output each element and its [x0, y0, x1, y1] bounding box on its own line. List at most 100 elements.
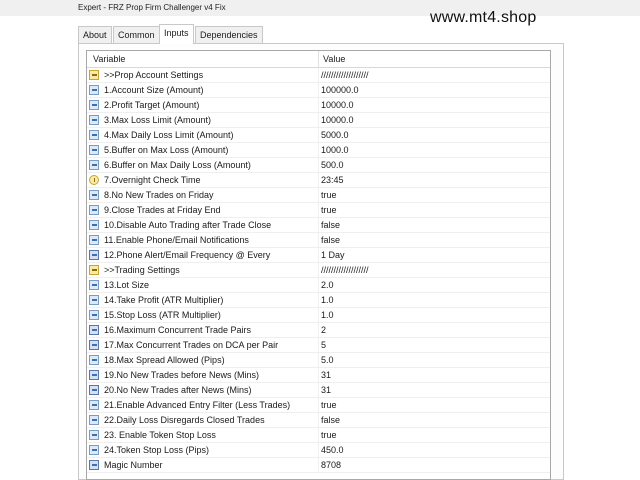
table-row[interactable]: 19.No New Trades before News (Mins) 31 — [87, 368, 550, 383]
variable-name: 2.Profit Target (Amount) — [104, 100, 200, 110]
number-icon — [89, 355, 99, 365]
table-row[interactable]: 21.Enable Advanced Entry Filter (Less Tr… — [87, 398, 550, 413]
table-row[interactable]: 24.Token Stop Loss (Pips) 450.0 — [87, 443, 550, 458]
variable-value[interactable]: false — [321, 235, 340, 245]
tab-about[interactable]: About — [78, 26, 112, 43]
table-row[interactable]: >>Trading Settings /////////////////// — [87, 263, 550, 278]
variable-value[interactable]: true — [321, 190, 337, 200]
variable-name: 9.Close Trades at Friday End — [104, 205, 221, 215]
table-row[interactable]: 13.Lot Size 2.0 — [87, 278, 550, 293]
variable-name: 14.Take Profit (ATR Multiplier) — [104, 295, 224, 305]
variable-value[interactable]: 1000.0 — [321, 145, 349, 155]
number-icon — [89, 145, 99, 155]
variable-name: 18.Max Spread Allowed (Pips) — [104, 355, 225, 365]
table-row[interactable]: 3.Max Loss Limit (Amount) 10000.0 — [87, 113, 550, 128]
variable-value[interactable]: 5 — [321, 340, 326, 350]
table-row[interactable]: 2.Profit Target (Amount) 10000.0 — [87, 98, 550, 113]
bool-icon — [89, 220, 99, 230]
variable-value[interactable]: false — [321, 415, 340, 425]
table-row[interactable]: 8.No New Trades on Friday true — [87, 188, 550, 203]
cell-divider — [318, 128, 319, 143]
table-row[interactable]: 23. Enable Token Stop Loss true — [87, 428, 550, 443]
variable-value[interactable]: 5.0 — [321, 355, 334, 365]
bool-icon — [89, 190, 99, 200]
table-row[interactable]: 17.Max Concurrent Trades on DCA per Pair… — [87, 338, 550, 353]
ab-icon — [89, 265, 99, 275]
cell-divider — [318, 158, 319, 173]
tab-inputs[interactable]: Inputs — [159, 24, 194, 44]
inputs-table: Variable Value >>Prop Account Settings //… — [86, 50, 551, 480]
variable-value[interactable]: 10000.0 — [321, 100, 354, 110]
table-row[interactable]: >>Prop Account Settings /////////////////… — [87, 68, 550, 83]
table-row[interactable]: 5.Buffer on Max Loss (Amount) 1000.0 — [87, 143, 550, 158]
variable-value[interactable]: 1.0 — [321, 310, 334, 320]
table-row[interactable]: 15.Stop Loss (ATR Multiplier) 1.0 — [87, 308, 550, 323]
table-row[interactable]: 6.Buffer on Max Daily Loss (Amount) 500.0 — [87, 158, 550, 173]
variable-value[interactable]: 31 — [321, 370, 331, 380]
variable-name: 5.Buffer on Max Loss (Amount) — [104, 145, 229, 155]
number-icon — [89, 295, 99, 305]
variable-value[interactable]: true — [321, 205, 337, 215]
variable-value[interactable]: 1 Day — [321, 250, 345, 260]
variable-name: 15.Stop Loss (ATR Multiplier) — [104, 310, 221, 320]
table-row[interactable]: 20.No New Trades after News (Mins) 31 — [87, 383, 550, 398]
table-row[interactable]: 11.Enable Phone/Email Notifications false — [87, 233, 550, 248]
variable-name: >>Prop Account Settings — [104, 70, 204, 80]
number-icon — [89, 100, 99, 110]
table-row[interactable]: 10.Disable Auto Trading after Trade Clos… — [87, 218, 550, 233]
variable-value[interactable]: 500.0 — [321, 160, 344, 170]
variable-value[interactable]: 450.0 — [321, 445, 344, 455]
variable-value[interactable]: true — [321, 400, 337, 410]
variable-value[interactable]: /////////////////// — [321, 265, 369, 275]
bool-icon — [89, 400, 99, 410]
table-row[interactable]: 16.Maximum Concurrent Trade Pairs 2 — [87, 323, 550, 338]
cell-divider — [318, 248, 319, 263]
number-icon — [89, 445, 99, 455]
variable-name: 17.Max Concurrent Trades on DCA per Pair — [104, 340, 279, 350]
tab-strip: About Common Inputs Dependencies — [78, 24, 558, 44]
variable-value[interactable]: 2.0 — [321, 280, 334, 290]
table-row[interactable]: 7.Overnight Check Time 23:45 — [87, 173, 550, 188]
tab-dependencies[interactable]: Dependencies — [195, 26, 263, 43]
table-row[interactable]: 4.Max Daily Loss Limit (Amount) 5000.0 — [87, 128, 550, 143]
column-header-variable[interactable]: Variable — [93, 54, 125, 64]
table-row[interactable]: 12.Phone Alert/Email Frequency @ Every 1 … — [87, 248, 550, 263]
variable-value[interactable]: true — [321, 430, 337, 440]
column-header-value[interactable]: Value — [323, 54, 345, 64]
cell-divider — [318, 278, 319, 293]
cell-divider — [318, 113, 319, 128]
table-row[interactable]: 18.Max Spread Allowed (Pips) 5.0 — [87, 353, 550, 368]
bool-icon — [89, 430, 99, 440]
variable-name: 8.No New Trades on Friday — [104, 190, 214, 200]
table-row[interactable]: 1.Account Size (Amount) 100000.0 — [87, 83, 550, 98]
variable-value[interactable]: 100000.0 — [321, 85, 359, 95]
variable-name: Magic Number — [104, 460, 163, 470]
column-separator[interactable] — [318, 51, 319, 67]
variable-value[interactable]: 1.0 — [321, 295, 334, 305]
variable-value[interactable]: 31 — [321, 385, 331, 395]
variable-value[interactable]: 10000.0 — [321, 115, 354, 125]
variable-value[interactable]: /////////////////// — [321, 70, 369, 80]
table-row[interactable]: 22.Daily Loss Disregards Closed Trades fa… — [87, 413, 550, 428]
cell-divider — [318, 428, 319, 443]
table-row[interactable]: Magic Number 8708 — [87, 458, 550, 473]
table-row[interactable]: 14.Take Profit (ATR Multiplier) 1.0 — [87, 293, 550, 308]
ab-icon — [89, 70, 99, 80]
variable-value[interactable]: 8708 — [321, 460, 341, 470]
table-row[interactable]: 9.Close Trades at Friday End true — [87, 203, 550, 218]
variable-name: 11.Enable Phone/Email Notifications — [104, 235, 249, 245]
tab-common[interactable]: Common — [113, 26, 160, 43]
cell-divider — [318, 353, 319, 368]
clock-icon — [89, 175, 99, 185]
cell-divider — [318, 458, 319, 473]
number-icon — [89, 160, 99, 170]
number-icon — [89, 310, 99, 320]
number-icon — [89, 115, 99, 125]
variable-value[interactable]: 2 — [321, 325, 326, 335]
variable-value[interactable]: 5000.0 — [321, 130, 349, 140]
cell-divider — [318, 218, 319, 233]
variable-value[interactable]: 23:45 — [321, 175, 344, 185]
variable-name: 4.Max Daily Loss Limit (Amount) — [104, 130, 234, 140]
int-icon — [89, 370, 99, 380]
variable-value[interactable]: false — [321, 220, 340, 230]
